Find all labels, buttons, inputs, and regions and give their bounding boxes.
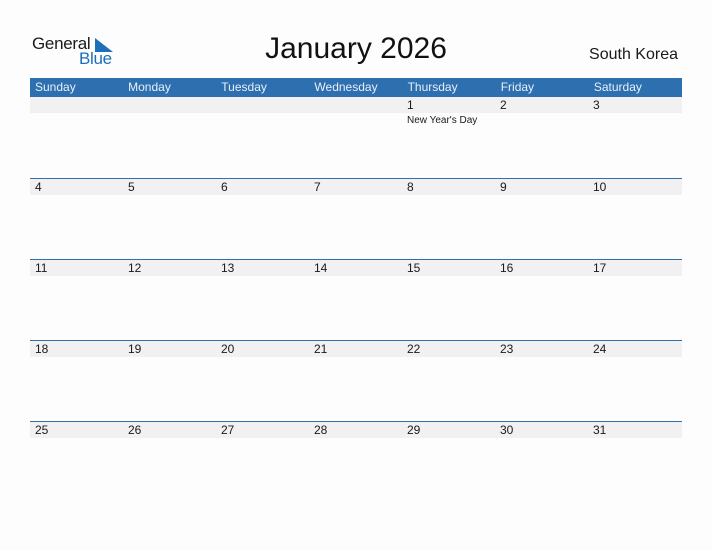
day-number: 19 xyxy=(128,342,142,356)
day-number: 27 xyxy=(221,423,235,437)
day-number: 9 xyxy=(500,180,507,194)
day-number: 25 xyxy=(35,423,49,437)
day-cell: 21 xyxy=(309,341,402,421)
day-cell xyxy=(30,97,123,177)
day-cell: 11 xyxy=(30,260,123,340)
day-number: 8 xyxy=(407,180,414,194)
day-number: 20 xyxy=(221,342,235,356)
day-number: 21 xyxy=(314,342,328,356)
day-cell: 3 xyxy=(588,97,681,177)
day-number: 23 xyxy=(500,342,514,356)
weekday-monday: Monday xyxy=(128,80,171,94)
weekday-saturday: Saturday xyxy=(593,80,642,94)
day-cell xyxy=(216,97,309,177)
day-number: 31 xyxy=(593,423,607,437)
week-row: 18 19 20 21 22 23 24 xyxy=(30,340,682,421)
day-cell: 14 xyxy=(309,260,402,340)
day-cell: 5 xyxy=(123,179,216,259)
weekday-friday: Friday xyxy=(500,80,535,94)
day-cell: 1 New Year's Day xyxy=(402,97,495,177)
day-number: 14 xyxy=(314,261,328,275)
day-cell: 16 xyxy=(495,260,588,340)
day-number: 30 xyxy=(500,423,514,437)
day-cell xyxy=(309,97,402,177)
day-number: 4 xyxy=(35,180,42,194)
day-cell: 20 xyxy=(216,341,309,421)
day-cell: 24 xyxy=(588,341,681,421)
day-number: 1 xyxy=(407,98,414,112)
week-row: 11 12 13 14 15 16 17 xyxy=(30,259,682,340)
day-cell: 15 xyxy=(402,260,495,340)
day-number: 15 xyxy=(407,261,421,275)
day-cell: 13 xyxy=(216,260,309,340)
weekday-thursday: Thursday xyxy=(407,80,458,94)
day-number: 11 xyxy=(35,261,48,275)
weekday-sunday: Sunday xyxy=(35,80,76,94)
weekday-wednesday: Wednesday xyxy=(314,80,378,94)
day-cell: 31 xyxy=(588,422,681,502)
week-row: 25 26 27 28 29 30 31 xyxy=(30,421,682,502)
day-cell: 7 xyxy=(309,179,402,259)
day-cell: 27 xyxy=(216,422,309,502)
day-cell: 22 xyxy=(402,341,495,421)
weekday-header: Sunday Monday Tuesday Wednesday Thursday… xyxy=(30,78,682,97)
weekday-tuesday: Tuesday xyxy=(221,80,267,94)
day-cell: 18 xyxy=(30,341,123,421)
day-cell: 30 xyxy=(495,422,588,502)
day-number: 13 xyxy=(221,261,235,275)
day-cell: 17 xyxy=(588,260,681,340)
day-number: 24 xyxy=(593,342,607,356)
day-cell: 29 xyxy=(402,422,495,502)
day-number: 28 xyxy=(314,423,328,437)
day-number: 26 xyxy=(128,423,142,437)
day-cell: 23 xyxy=(495,341,588,421)
day-number: 7 xyxy=(314,180,321,194)
day-number: 22 xyxy=(407,342,421,356)
day-number: 10 xyxy=(593,180,607,194)
day-cell: 28 xyxy=(309,422,402,502)
day-cell xyxy=(123,97,216,177)
day-cell: 9 xyxy=(495,179,588,259)
day-cell: 12 xyxy=(123,260,216,340)
holiday-label: New Year's Day xyxy=(407,115,478,126)
day-cell: 19 xyxy=(123,341,216,421)
day-number: 16 xyxy=(500,261,514,275)
day-cell: 10 xyxy=(588,179,681,259)
day-number: 29 xyxy=(407,423,421,437)
day-cell: 26 xyxy=(123,422,216,502)
day-cell: 8 xyxy=(402,179,495,259)
day-cell: 6 xyxy=(216,179,309,259)
day-number: 3 xyxy=(593,98,600,112)
day-number: 18 xyxy=(35,342,49,356)
day-number: 12 xyxy=(128,261,142,275)
day-cell: 2 xyxy=(495,97,588,177)
day-number: 6 xyxy=(221,180,228,194)
day-number: 5 xyxy=(128,180,135,194)
country-label: South Korea xyxy=(589,46,678,63)
day-cell: 25 xyxy=(30,422,123,502)
day-number: 17 xyxy=(593,261,607,275)
week-row: 4 5 6 7 8 9 10 xyxy=(30,178,682,259)
week-row: 1 New Year's Day 2 3 xyxy=(30,97,682,177)
day-cell: 4 xyxy=(30,179,123,259)
day-number: 2 xyxy=(500,98,507,112)
